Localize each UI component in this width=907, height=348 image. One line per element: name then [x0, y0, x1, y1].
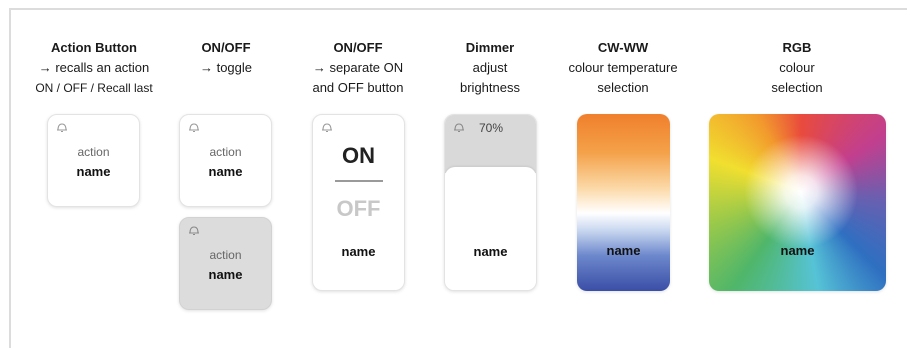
header-line: colour temperature — [568, 60, 678, 75]
cwww-tile[interactable]: name — [577, 114, 670, 291]
name-label: name — [341, 244, 376, 259]
rgb-tile[interactable]: name — [709, 114, 886, 291]
name-label: name — [208, 164, 243, 179]
header-cwww: CW-WW colour temperature selection — [543, 38, 703, 98]
divider — [335, 180, 383, 182]
header-rgb: RGB colour selection — [717, 38, 877, 98]
name-label: name — [473, 244, 508, 259]
name-label: name — [606, 243, 641, 258]
header-line: selection — [771, 80, 823, 95]
action-label: action — [77, 145, 110, 159]
header-title: CW-WW — [597, 40, 649, 55]
dimmer-handle[interactable] — [445, 167, 536, 290]
header-line: ON / OFF / Recall last — [35, 81, 153, 95]
action-label: action — [209, 248, 242, 262]
toggle-tile-on[interactable]: action name — [179, 217, 272, 310]
off-button[interactable]: OFF — [313, 196, 404, 222]
dimmer-tile[interactable]: 70% name — [444, 114, 537, 291]
action-label: action — [209, 145, 242, 159]
bell-icon — [187, 121, 201, 133]
bell-icon — [320, 121, 334, 133]
bell-icon — [187, 224, 201, 236]
onoff-tile: ON OFF name — [312, 114, 405, 291]
dimmer-percent: 70% — [479, 121, 504, 135]
bell-icon — [452, 121, 466, 133]
name-label: name — [780, 243, 815, 258]
header-line: selection — [597, 80, 649, 95]
name-label: name — [208, 267, 243, 282]
header-title: RGB — [782, 40, 812, 55]
bell-icon — [55, 121, 69, 133]
action-button-tile[interactable]: action name — [47, 114, 140, 207]
toggle-tile-off[interactable]: action name — [179, 114, 272, 207]
header-line: colour — [779, 60, 815, 75]
on-button[interactable]: ON — [313, 143, 404, 169]
name-label: name — [76, 164, 111, 179]
